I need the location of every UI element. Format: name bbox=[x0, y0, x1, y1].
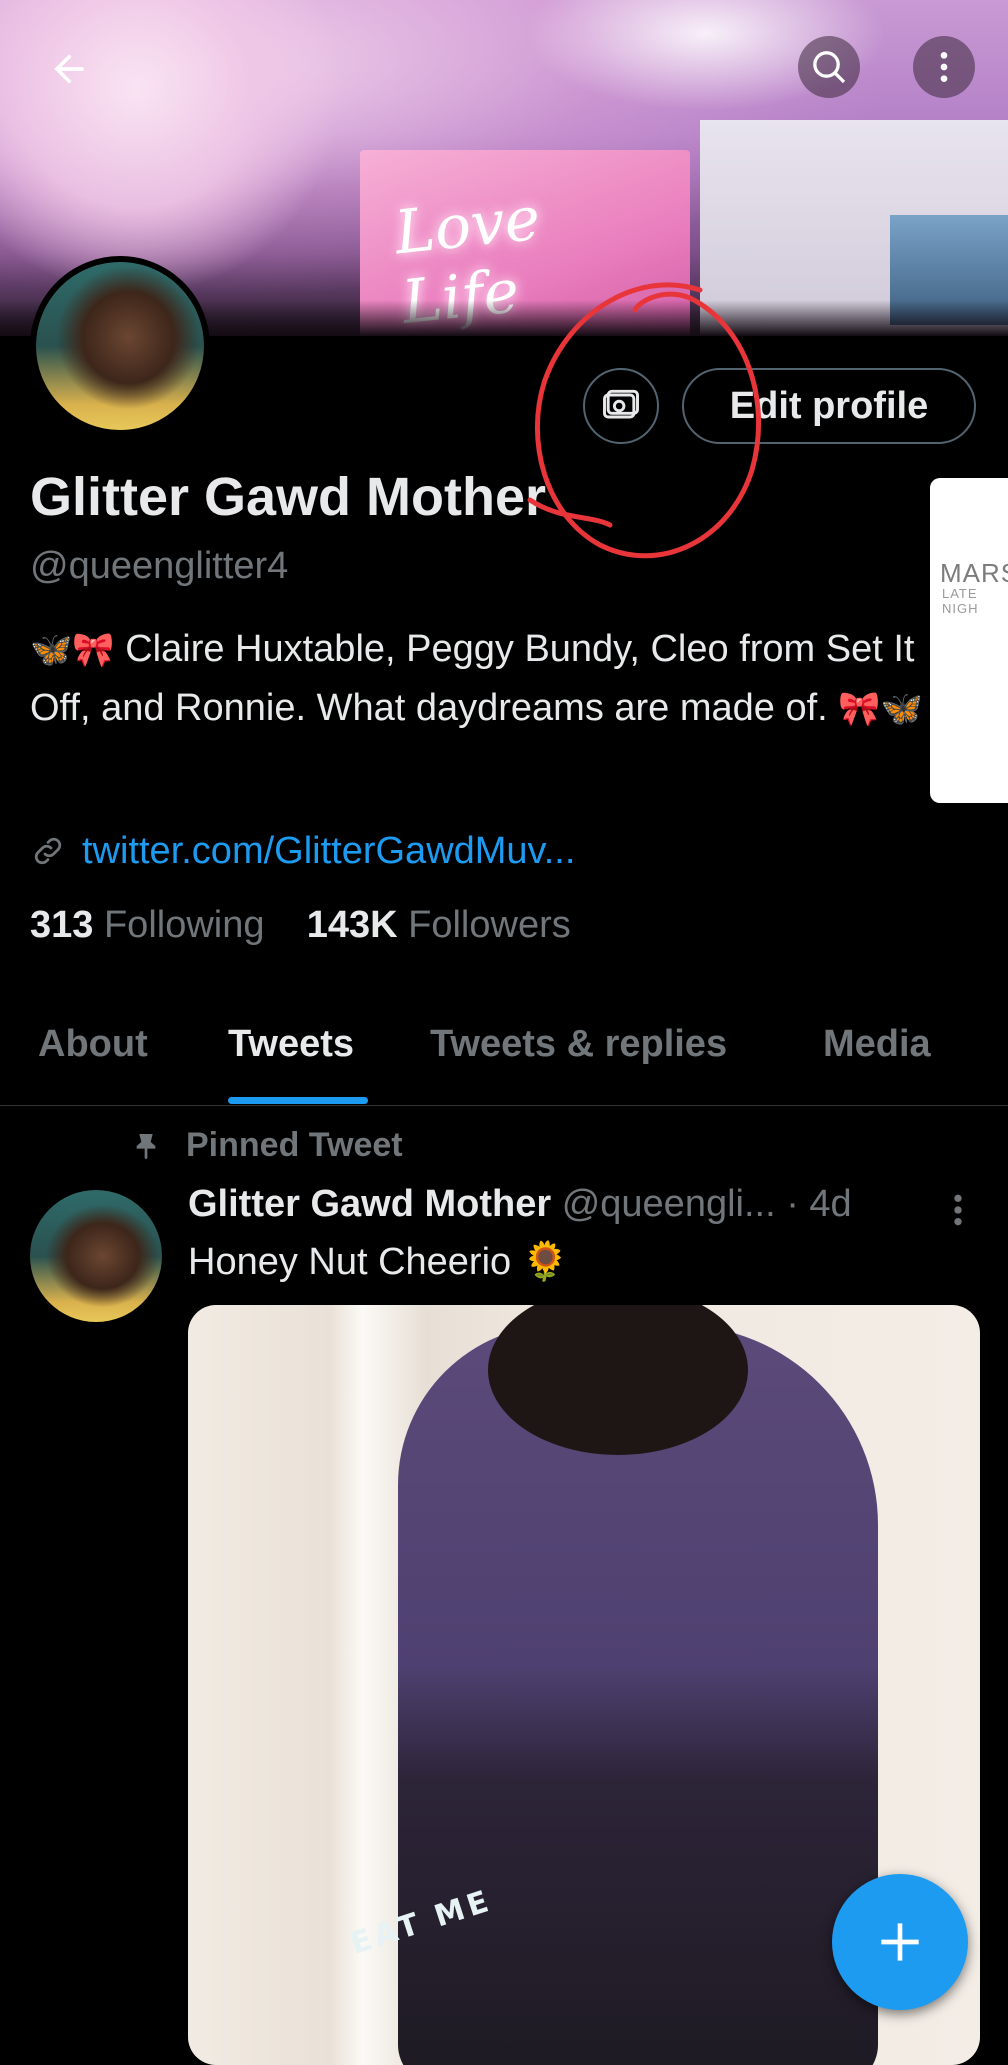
following-count: 313 bbox=[30, 904, 94, 946]
profile-bio: 🦋🎀 Claire Huxtable, Peggy Bundy, Cleo fr… bbox=[30, 620, 930, 738]
followers-count: 143K bbox=[306, 904, 398, 946]
search-icon bbox=[813, 51, 846, 84]
tab-tweets[interactable]: Tweets bbox=[228, 1023, 354, 1066]
following-stat[interactable]: 313 Following bbox=[30, 904, 265, 946]
more-vertical-icon bbox=[954, 1194, 962, 1226]
tweet-text: Honey Nut Cheerio 🌻 bbox=[188, 1241, 570, 1283]
tweet-header: Glitter Gawd Mother @queengli... · 4d bbox=[188, 1183, 852, 1226]
compose-tweet-button[interactable] bbox=[832, 1874, 968, 2010]
plus-icon bbox=[881, 1923, 919, 1961]
side-card-title: MARSH bbox=[940, 558, 1008, 588]
tips-money-icon bbox=[603, 389, 639, 419]
arrow-left-icon bbox=[54, 54, 84, 84]
bio-emoji: 🎀🦋 bbox=[838, 690, 923, 728]
pin-icon bbox=[136, 1133, 156, 1159]
side-media-card[interactable]: MARSH LATE NIGH bbox=[930, 478, 1008, 803]
followers-label: Followers bbox=[408, 904, 571, 946]
back-button[interactable] bbox=[38, 38, 100, 100]
pinned-label: Pinned Tweet bbox=[186, 1126, 403, 1164]
link-icon bbox=[34, 837, 62, 865]
tab-about[interactable]: About bbox=[38, 1023, 148, 1066]
following-label: Following bbox=[103, 904, 265, 946]
bio-text: Claire Huxtable, Peggy Bundy, Cleo from … bbox=[30, 628, 915, 729]
more-vertical-icon bbox=[940, 52, 948, 82]
search-button[interactable] bbox=[798, 36, 860, 98]
tips-button[interactable] bbox=[583, 368, 659, 444]
followers-stat[interactable]: 143K Followers bbox=[307, 904, 571, 946]
profile-tabs: About Tweets Tweets & replies Media bbox=[0, 1015, 1008, 1106]
tweet-author-avatar[interactable] bbox=[30, 1190, 162, 1322]
tweet-author-name[interactable]: Glitter Gawd Mother bbox=[188, 1183, 551, 1225]
bio-emoji: 🦋🎀 bbox=[30, 631, 115, 669]
more-options-button[interactable] bbox=[913, 36, 975, 98]
side-card-subtitle: LATE NIGH bbox=[942, 586, 979, 616]
profile-link[interactable]: twitter.com/GlitterGawdMuv... bbox=[82, 830, 575, 873]
profile-link-row: twitter.com/GlitterGawdMuv... bbox=[30, 826, 575, 876]
tweet-more-button[interactable] bbox=[948, 1190, 968, 1235]
tweet-author-handle[interactable]: @queengli... bbox=[562, 1183, 776, 1225]
tab-tweets-replies[interactable]: Tweets & replies bbox=[430, 1023, 727, 1066]
tab-media[interactable]: Media bbox=[823, 1023, 931, 1066]
profile-avatar[interactable] bbox=[30, 256, 210, 436]
edit-profile-button[interactable]: Edit profile bbox=[682, 368, 976, 444]
tweet-timestamp[interactable]: · 4d bbox=[786, 1183, 851, 1225]
pinned-indicator: Pinned Tweet bbox=[130, 1126, 403, 1165]
active-tab-indicator bbox=[228, 1097, 368, 1104]
display-name: Glitter Gawd Mother bbox=[30, 467, 547, 527]
user-handle: @queenglitter4 bbox=[30, 545, 289, 587]
follow-stats: 313 Following 143K Followers bbox=[30, 904, 571, 947]
